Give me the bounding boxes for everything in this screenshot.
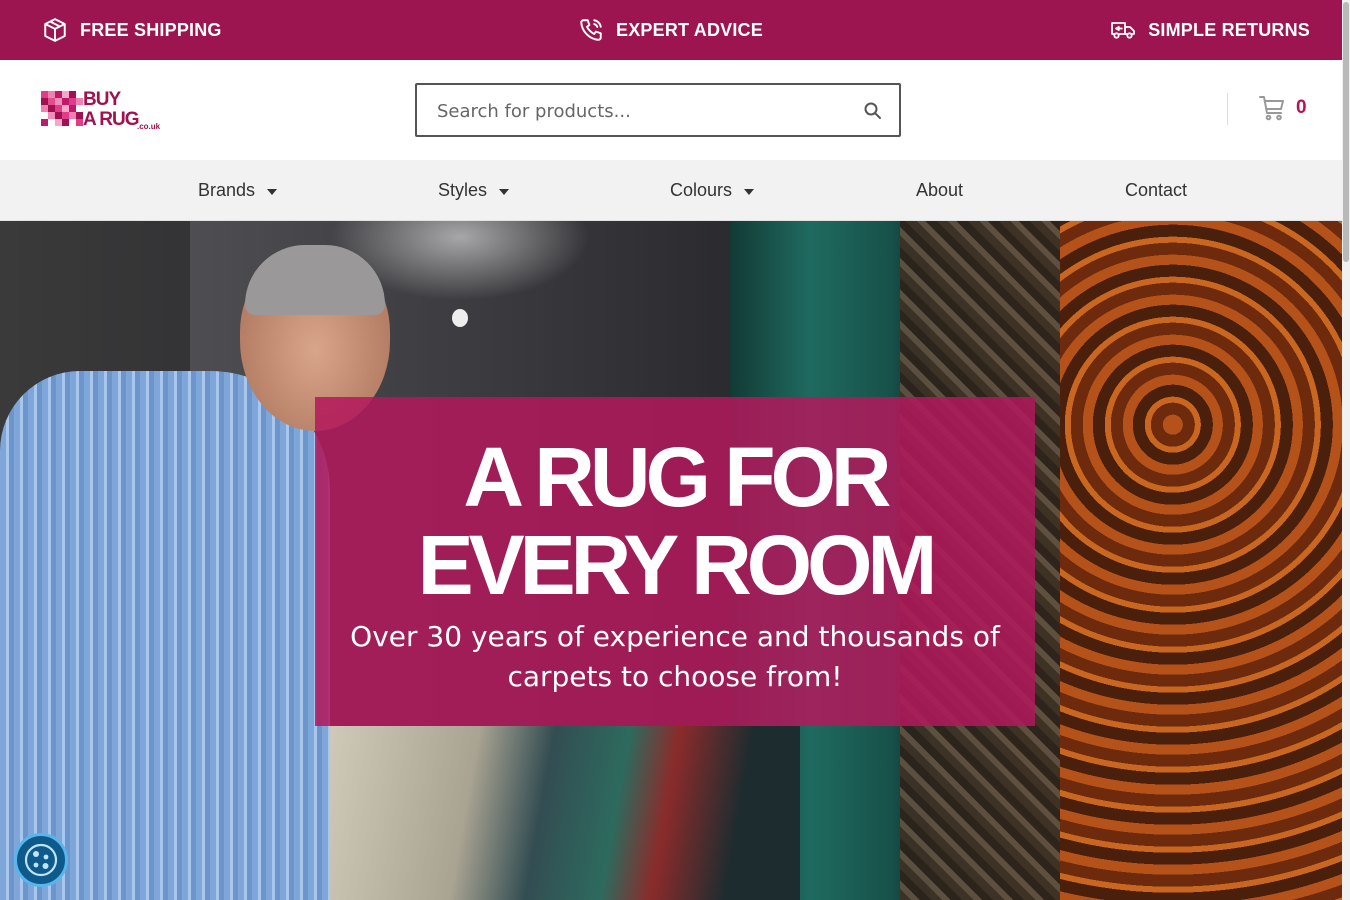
nav-item-colours[interactable]: Colours [670,160,755,221]
hero-subtitle: Over 30 years of experience and thousand… [350,620,1000,693]
caret-down-icon [267,189,278,195]
cart-icon [1259,96,1284,121]
orange-rug-image [1060,221,1342,900]
nav-item-contact[interactable]: Contact [1125,160,1187,221]
caret-down-icon [499,189,510,195]
lamp-bulb-image [452,309,468,327]
truck-icon [1111,22,1136,39]
nav-label-brands: Brands [198,180,256,200]
main-nav: Brands Styles Colours About Contact [0,160,1342,221]
simple-returns-notice: SIMPLE RETURNS [1110,0,1310,60]
search-icon[interactable] [863,101,883,121]
hero-text-panel: A RUG FOR EVERY ROOM Over 30 years of ex… [315,397,1035,726]
person-image [0,371,330,900]
logo-text-domain: .co.uk [137,122,161,131]
page-scrollbar[interactable] [1342,0,1350,900]
nav-label-contact: Contact [1125,180,1188,200]
site-logo[interactable]: BUY A RUG .co.uk [41,89,166,133]
cart-button[interactable]: 0 [1258,94,1307,122]
simple-returns-label: SIMPLE RETURNS [1148,19,1310,40]
expert-advice-notice: EXPERT ADVICE [578,0,763,60]
nav-item-about[interactable]: About [916,160,963,221]
box-icon [44,18,66,42]
free-shipping-notice: FREE SHIPPING [42,0,222,60]
promo-bar: FREE SHIPPING EXPERT ADVICE SIMPLE RETUR… [0,0,1342,60]
hero-banner: A RUG FOR EVERY ROOM Over 30 years of ex… [0,221,1342,900]
logo-text-a-rug: A RUG [83,109,140,130]
cart-count: 0 [1296,97,1307,118]
expert-advice-label: EXPERT ADVICE [616,19,763,40]
cookie-icon [24,843,58,877]
nav-label-about: About [916,180,964,200]
caret-down-icon [744,189,755,195]
header-divider [1227,93,1228,125]
scrollbar-thumb[interactable] [1343,2,1349,262]
nav-item-styles[interactable]: Styles [438,160,510,221]
logo-text-buy: BUY [83,89,121,110]
search-input[interactable] [437,98,837,124]
nav-item-brands[interactable]: Brands [198,160,278,221]
nav-label-styles: Styles [438,180,488,200]
logo-mosaic-icon [41,91,83,126]
site-header: BUY A RUG .co.uk 0 [0,60,1342,160]
cookie-settings-button[interactable] [14,833,68,887]
phone-icon [580,19,602,41]
rug-samples-image [330,726,800,900]
hero-title-line-1: A RUG FOR [463,430,891,524]
search-box [415,83,901,137]
nav-label-colours: Colours [670,180,733,200]
free-shipping-label: FREE SHIPPING [80,19,222,40]
hero-title-line-2: EVERY ROOM [417,518,938,612]
hero-title: A RUG FOR EVERY ROOM [315,433,1035,609]
